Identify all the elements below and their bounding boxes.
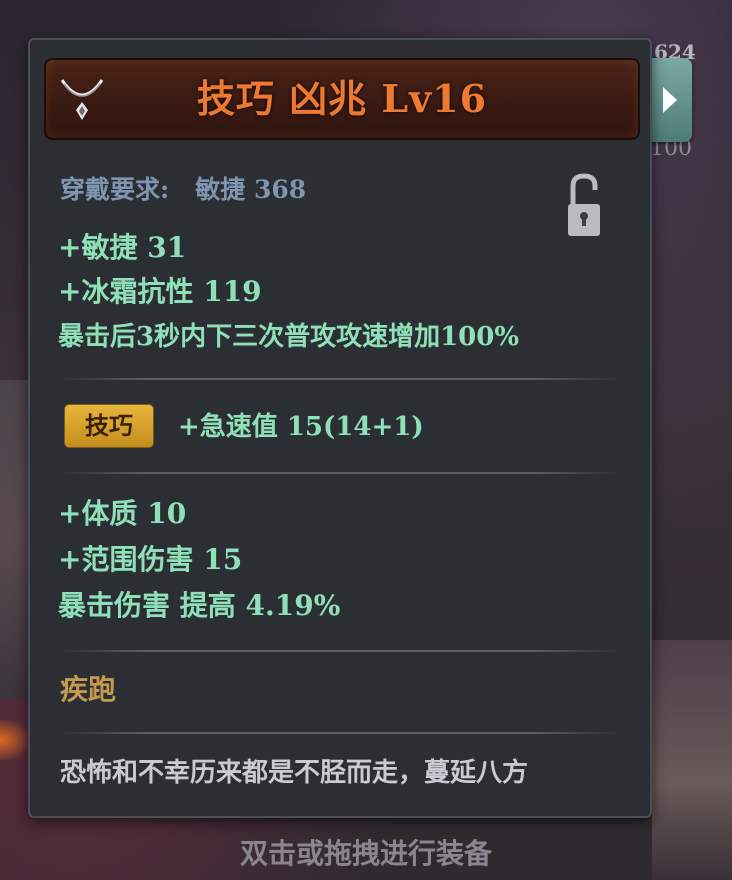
item-title-bar: 技巧 凶兆 Lv16	[44, 58, 640, 140]
skill-name: 疾跑	[60, 673, 117, 706]
set-type-badge: 技巧	[64, 404, 154, 448]
base-stat-line: +敏捷 31	[58, 231, 187, 264]
set-bonus-text: +急速值 15(14+1)	[178, 412, 424, 442]
item-title: 技巧 凶兆 Lv16	[196, 76, 488, 121]
flavor-text: 恐怖和不幸历来都是不胫而走，蔓延八方	[60, 758, 529, 788]
base-stat-line: 暴击后3秒内下三次普攻攻速增加100%	[58, 322, 520, 352]
next-arrow-button[interactable]	[648, 58, 692, 142]
background-glow	[0, 720, 30, 760]
divider	[60, 732, 620, 734]
equip-requirement: 穿戴要求: 敏捷 368	[60, 170, 306, 206]
extra-stat-line: +范围伤害 15	[58, 543, 243, 576]
divider	[60, 472, 620, 474]
unlocked-padlock-icon[interactable]	[566, 172, 602, 238]
chevron-right-icon	[663, 87, 677, 113]
requirement-label: 穿戴要求:	[60, 175, 170, 204]
extra-stat-line: +体质 10	[58, 497, 187, 530]
equip-hint: 双击或拖拽进行装备	[239, 837, 492, 870]
background-scenery-left	[0, 380, 30, 700]
divider	[60, 650, 620, 652]
divider	[60, 378, 620, 380]
requirement-value: 敏捷 368	[195, 175, 307, 204]
extra-stat-line: 暴击伤害 提高 4.19%	[58, 589, 341, 622]
item-tooltip-panel: 技巧 凶兆 Lv16 穿戴要求: 敏捷 368 +敏捷 31 +冰霜抗性 119 …	[28, 38, 652, 818]
base-stat-line: +冰霜抗性 119	[58, 275, 262, 308]
